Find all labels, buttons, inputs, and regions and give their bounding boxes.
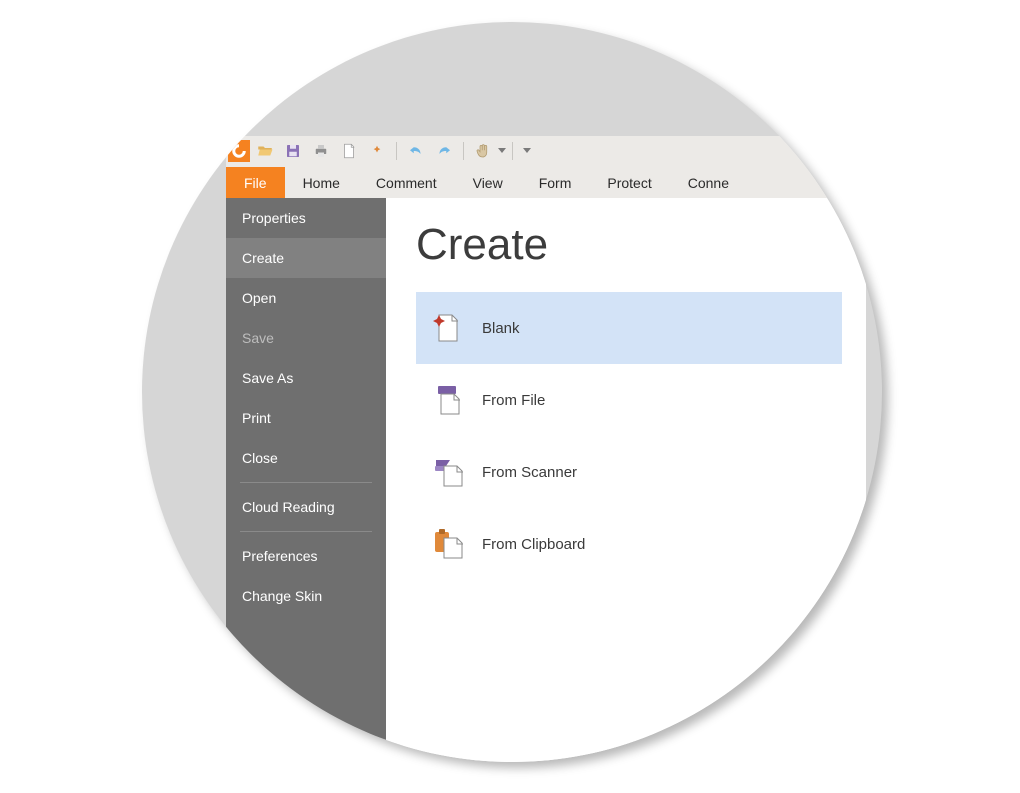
file-menu-sidebar: Properties Create Open Save Save As Prin… [226,198,386,762]
toolbar-separator [396,142,397,160]
sidebar-item-preferences[interactable]: Preferences [226,536,386,576]
sidebar-item-close[interactable]: Close [226,438,386,478]
tab-connect[interactable]: Conne [670,167,747,198]
create-option-label: From File [482,392,545,409]
from-clipboard-icon [430,526,466,562]
hand-icon [474,142,492,160]
undo-button[interactable] [403,138,429,164]
redo-button[interactable] [431,138,457,164]
toolbar-separator [512,142,513,160]
print-button[interactable] [308,138,334,164]
sidebar-item-save-as[interactable]: Save As [226,358,386,398]
hand-tool-button[interactable] [470,138,496,164]
sidebar-item-create[interactable]: Create [226,238,386,278]
create-panel: Create Blank [386,198,866,762]
sidebar-item-print[interactable]: Print [226,398,386,438]
file-backstage: Properties Create Open Save Save As Prin… [226,198,866,762]
from-file-icon [430,382,466,418]
toolbar-separator [463,142,464,160]
panel-title: Create [416,220,842,270]
ribbon-tabs: File Home Comment View Form Protect Conn… [226,166,866,198]
create-option-from-scanner[interactable]: From Scanner [416,436,842,508]
application-window: File Home Comment View Form Protect Conn… [226,136,866,762]
circular-mask: File Home Comment View Form Protect Conn… [142,22,882,762]
page-icon [340,142,358,160]
create-options: Blank From File [416,292,842,580]
sidebar-item-properties[interactable]: Properties [226,198,386,238]
save-button[interactable] [280,138,306,164]
from-scanner-icon [430,454,466,490]
sidebar-item-change-skin[interactable]: Change Skin [226,576,386,616]
quick-access-toolbar [226,136,866,166]
create-option-from-clipboard[interactable]: From Clipboard [416,508,842,580]
create-option-label: Blank [482,320,520,337]
hand-tool-dropdown-icon[interactable] [498,148,506,153]
redo-icon [435,142,453,160]
open-icon [256,142,274,160]
print-icon [312,142,330,160]
create-option-from-file[interactable]: From File [416,364,842,436]
tab-home[interactable]: Home [285,167,358,198]
undo-icon [407,142,425,160]
sidebar-item-cloud-reading[interactable]: Cloud Reading [226,487,386,527]
tab-protect[interactable]: Protect [589,167,669,198]
tab-file[interactable]: File [226,167,285,198]
app-logo [228,140,250,162]
new-button[interactable] [364,138,390,164]
app-logo-icon [230,142,248,160]
tab-form[interactable]: Form [521,167,590,198]
open-button[interactable] [252,138,278,164]
sidebar-item-open[interactable]: Open [226,278,386,318]
blank-document-icon [430,310,466,346]
create-option-label: From Scanner [482,464,577,481]
tab-view[interactable]: View [455,167,521,198]
create-option-blank[interactable]: Blank [416,292,842,364]
create-option-label: From Clipboard [482,536,585,553]
save-icon [284,142,302,160]
new-icon [368,142,386,160]
sidebar-item-save: Save [226,318,386,358]
qat-customize-dropdown-icon[interactable] [523,148,531,153]
page-background: File Home Comment View Form Protect Conn… [0,0,1020,793]
tab-comment[interactable]: Comment [358,167,455,198]
sidebar-divider [240,482,372,483]
page-button[interactable] [336,138,362,164]
sidebar-divider [240,531,372,532]
